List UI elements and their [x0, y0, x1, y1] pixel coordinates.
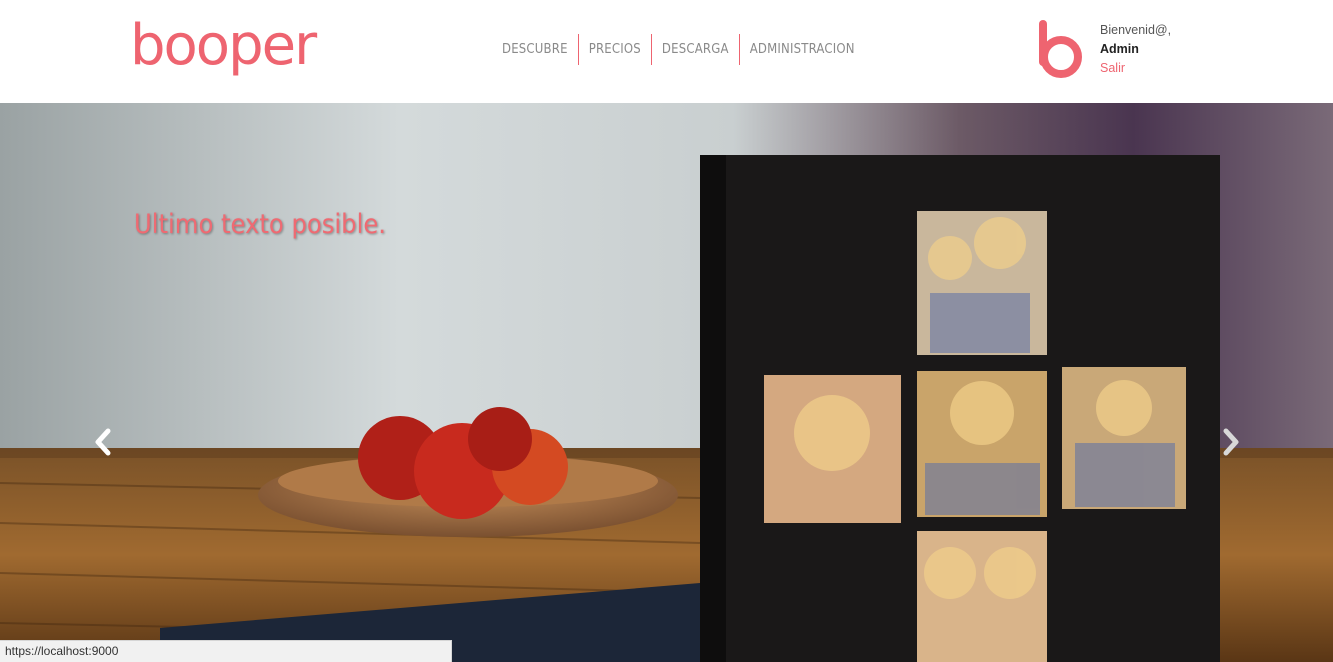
main-nav: DESCUBRE PRECIOS DESCARGA ADMINISTRACION [492, 33, 865, 66]
user-panel: Bienvenid@, Admin Salir [1100, 21, 1171, 78]
nav-item-precios[interactable]: PRECIOS [579, 33, 651, 66]
user-greeting: Bienvenid@, [1100, 23, 1172, 37]
browser-status-bar: https://localhost:9000 [0, 640, 452, 662]
booper-logo[interactable]: booper [128, 14, 320, 90]
logo-text: booper [130, 14, 318, 78]
nav-item-descarga[interactable]: DESCARGA [652, 33, 739, 66]
nav-item-descubre[interactable]: DESCUBRE [492, 33, 578, 66]
booper-b-logo-icon [1039, 20, 1082, 78]
nav-item-administracion[interactable]: ADMINISTRACION [740, 33, 865, 66]
hero-caption: Ultimo texto posible. [134, 209, 387, 240]
logout-link[interactable]: Salir [1100, 59, 1171, 78]
hero-image [0, 103, 1333, 662]
chevron-left-icon[interactable] [88, 419, 118, 465]
user-name: Admin [1100, 42, 1139, 56]
site-header: booper DESCUBRE PRECIOS DESCARGA ADMINIS… [0, 0, 1333, 103]
chevron-right-icon[interactable] [1216, 419, 1246, 465]
hero-carousel: Ultimo texto posible. [0, 103, 1333, 662]
